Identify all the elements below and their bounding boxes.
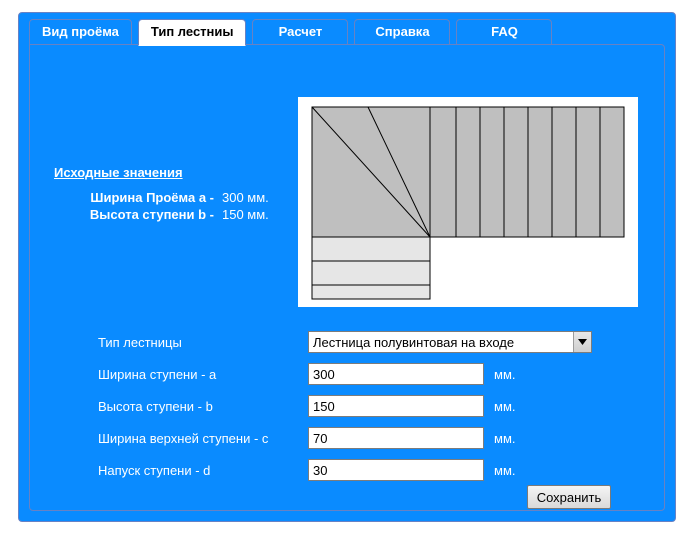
stair-diagram — [298, 97, 638, 307]
tab-stair-type[interactable]: Тип лестниы — [138, 19, 247, 46]
init-a-label: Ширина Проёма a - — [54, 190, 214, 205]
form-area: Тип лестницы Лестница полувинтовая на вх… — [98, 331, 628, 491]
tab-body: Исходные значения Ширина Проёма a - 300 … — [29, 44, 665, 511]
init-a-value: 300 мм. — [222, 190, 269, 205]
select-stair-type-value: Лестница полувинтовая на входе — [309, 333, 573, 352]
tab-faq[interactable]: FAQ — [456, 19, 552, 46]
unit-d: мм. — [494, 463, 516, 478]
tab-calculation[interactable]: Расчет — [252, 19, 348, 46]
initial-values-block: Исходные значения Ширина Проёма a - 300 … — [54, 165, 269, 224]
init-b-value: 150 мм. — [222, 207, 269, 222]
unit-a: мм. — [494, 367, 516, 382]
tab-help[interactable]: Справка — [354, 19, 450, 46]
chevron-down-icon[interactable] — [573, 332, 591, 352]
tab-view-opening[interactable]: Вид проёма — [29, 19, 132, 46]
save-button[interactable]: Сохранить — [527, 485, 611, 509]
input-overhang-d[interactable] — [308, 459, 484, 481]
label-step-height-b: Высота ступени - b — [98, 399, 308, 414]
select-stair-type[interactable]: Лестница полувинтовая на входе — [308, 331, 592, 353]
input-step-width-a[interactable] — [308, 363, 484, 385]
label-overhang-d: Напуск ступени - d — [98, 463, 308, 478]
label-top-step-width-c: Ширина верхней ступени - c — [98, 431, 308, 446]
unit-b: мм. — [494, 399, 516, 414]
unit-c: мм. — [494, 431, 516, 446]
label-stair-type: Тип лестницы — [98, 335, 308, 350]
input-top-step-width-c[interactable] — [308, 427, 484, 449]
label-step-width-a: Ширина ступени - a — [98, 367, 308, 382]
input-step-height-b[interactable] — [308, 395, 484, 417]
tab-bar: Вид проёма Тип лестниы Расчет Справка FA… — [29, 19, 552, 46]
main-panel: Вид проёма Тип лестниы Расчет Справка FA… — [18, 12, 676, 522]
init-b-label: Высота ступени b - — [54, 207, 214, 222]
initial-values-heading: Исходные значения — [54, 165, 269, 180]
